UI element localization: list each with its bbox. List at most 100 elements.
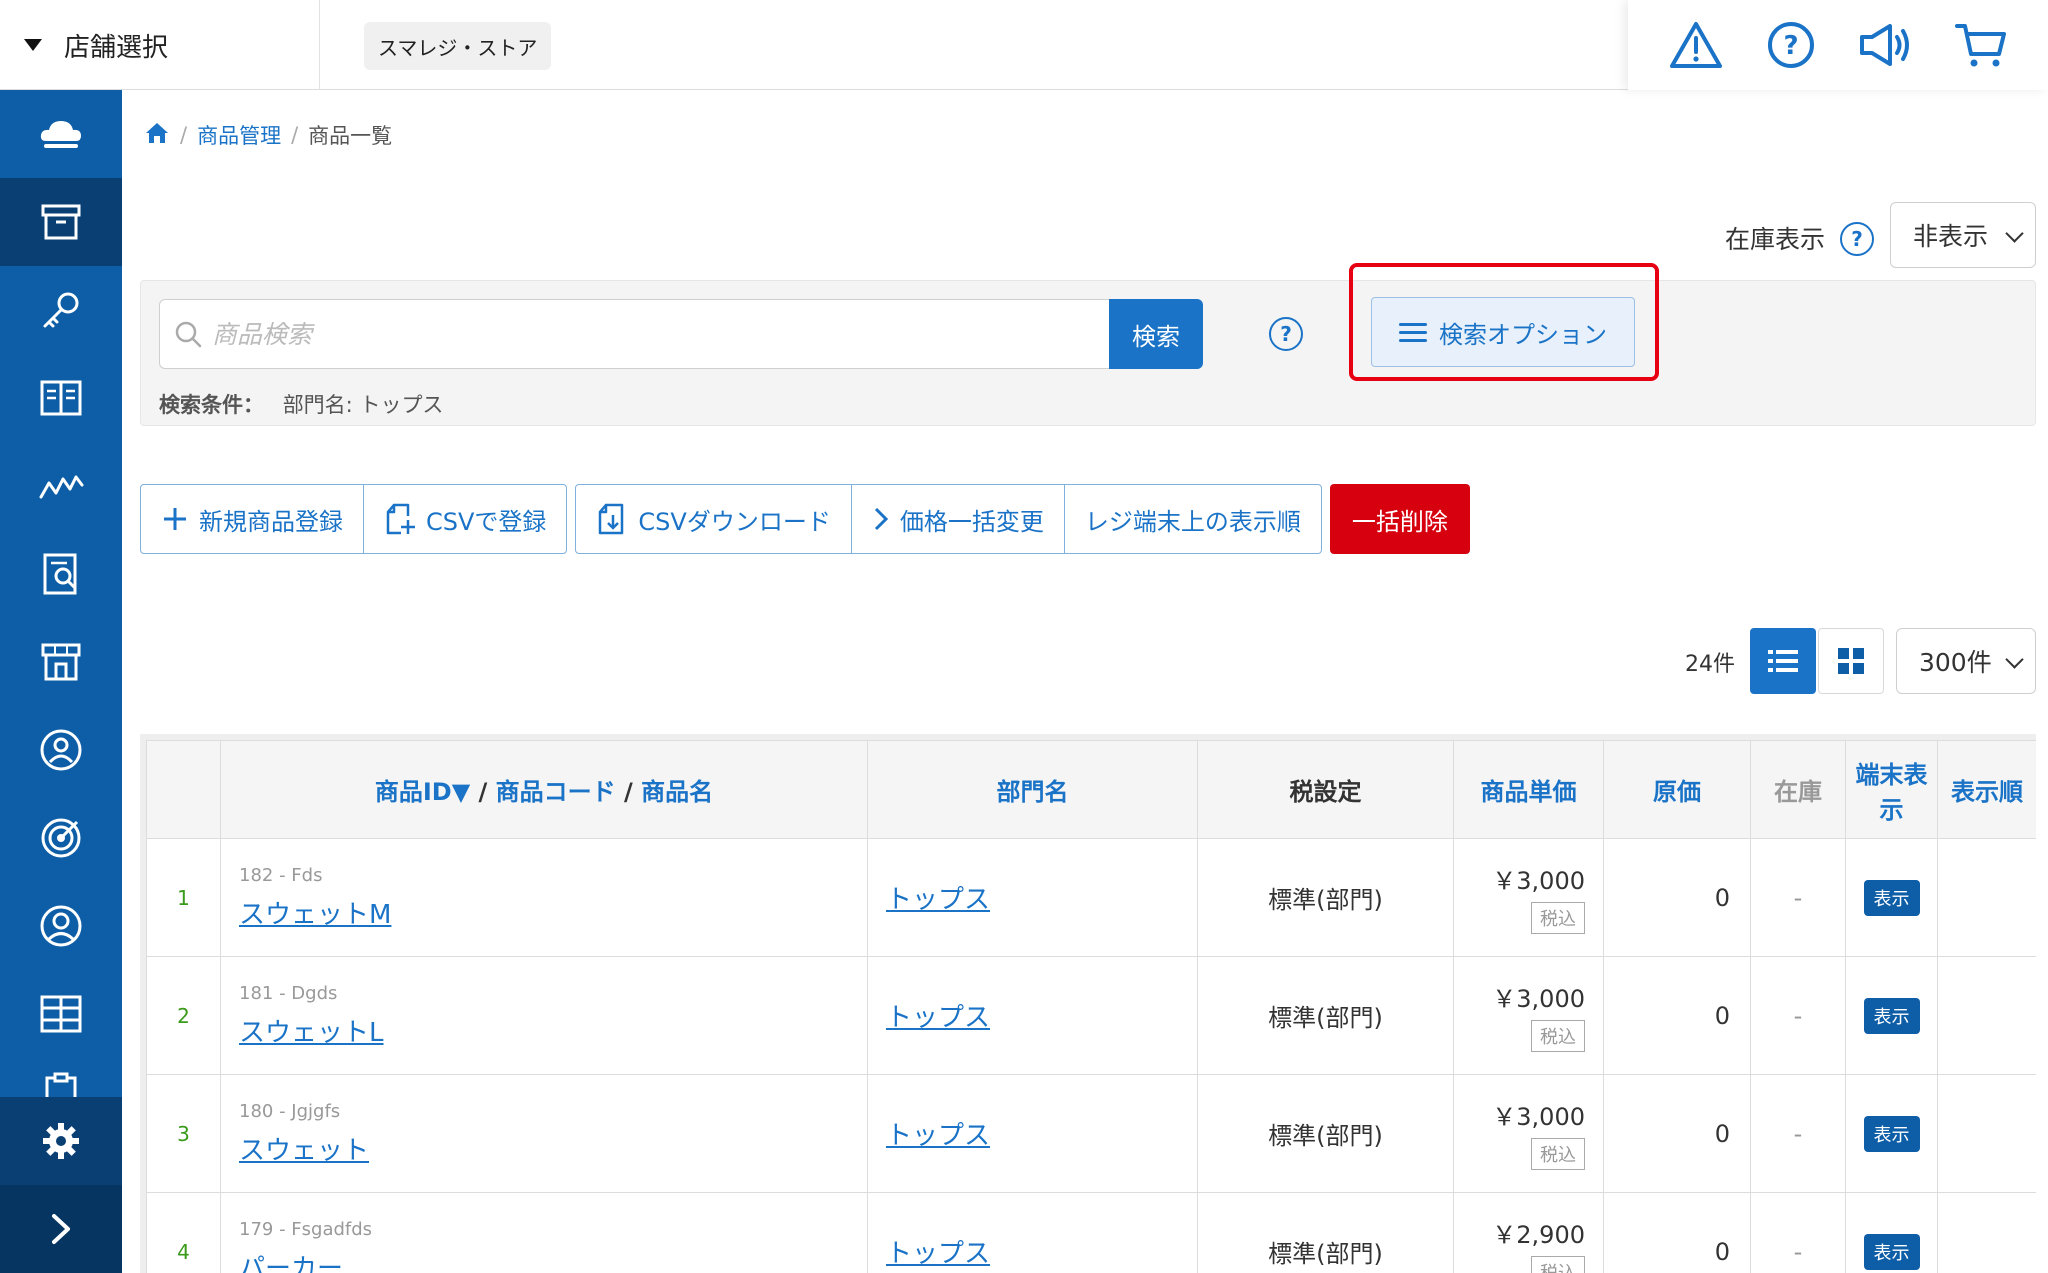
expand-sidebar-button[interactable] xyxy=(0,1185,122,1273)
product-name-link[interactable]: スウェットL xyxy=(239,1018,384,1048)
sidebar-item-target[interactable] xyxy=(0,794,122,882)
search-help-icon[interactable]: ? xyxy=(1269,317,1303,351)
product-name-link[interactable]: スウェットM xyxy=(239,900,391,930)
table-header-row: 商品ID▼ / 商品コード / 商品名 部門名 税設定 商品単価 原価 在庫 端… xyxy=(146,740,2036,839)
department-link[interactable]: トップス xyxy=(886,1121,990,1151)
table-row[interactable]: 3 180 - Jgjgfs スウェット トップス 標準(部門) ￥3,000 税込 0- 表示 xyxy=(146,1074,2036,1193)
sort-display-order[interactable]: 表示順 xyxy=(1937,740,2036,839)
display-order-cell xyxy=(1937,1074,2036,1193)
stock-display-select[interactable]: 非表示 xyxy=(1890,202,2036,268)
sidebar-item-apps[interactable] xyxy=(0,970,122,1058)
warning-icon[interactable] xyxy=(1666,15,1726,75)
tax-included-badge: 税込 xyxy=(1531,1138,1585,1170)
sidebar-item-key[interactable] xyxy=(0,266,122,354)
header-product: 商品ID▼ / 商品コード / 商品名 xyxy=(220,740,868,839)
tax-setting: 標準(部門) xyxy=(1197,956,1454,1075)
product-cell: 182 - Fds スウェットM xyxy=(220,838,868,957)
plus-icon xyxy=(161,505,189,533)
sidebar-item-analytics[interactable] xyxy=(0,442,122,530)
sort-product-code[interactable]: 商品コード xyxy=(496,778,616,806)
sidebar-item-members[interactable] xyxy=(0,706,122,794)
sidebar-item-products[interactable] xyxy=(0,178,122,266)
display-order-button[interactable]: レジ端末上の表示順 xyxy=(1065,485,1321,553)
file-add-icon xyxy=(384,502,416,536)
sort-terminal-display[interactable]: 端末表示 xyxy=(1845,740,1938,839)
search-option-button[interactable]: 検索オプション xyxy=(1371,297,1635,367)
store-select-dropdown[interactable]: 店舗選択 xyxy=(0,0,320,90)
stock-display-label: 在庫表示 xyxy=(1725,225,1826,254)
header-row-number xyxy=(146,740,221,839)
bulk-price-button[interactable]: 価格一括変更 xyxy=(852,485,1065,553)
help-icon[interactable]: ? xyxy=(1761,15,1821,75)
search-option-label: 検索オプション xyxy=(1439,320,1607,349)
display-badge: 表示 xyxy=(1863,1115,1920,1152)
chevron-down-icon xyxy=(2005,650,2024,669)
gear-icon xyxy=(43,1123,79,1159)
display-badge: 表示 xyxy=(1863,879,1920,916)
search-button[interactable]: 検索 xyxy=(1109,299,1203,369)
chevron-right-icon xyxy=(872,505,890,533)
sidebar-item-clipboard[interactable] xyxy=(0,1058,122,1098)
sidebar-item-cloud[interactable] xyxy=(0,90,122,178)
announcement-icon[interactable] xyxy=(1856,15,1916,75)
product-name-link[interactable]: スウェット xyxy=(239,1136,369,1166)
search-icon xyxy=(175,321,202,348)
display-badge: 表示 xyxy=(1863,1233,1920,1270)
sort-product-name[interactable]: 商品名 xyxy=(641,778,713,806)
new-product-button[interactable]: 新規商品登録 xyxy=(141,485,364,553)
stock-help-icon[interactable]: ? xyxy=(1840,222,1874,256)
grid-view-button[interactable] xyxy=(1818,628,1884,694)
department-link[interactable]: トップス xyxy=(886,885,990,915)
search-conditions: 検索条件： 部門名: トップス xyxy=(159,389,443,419)
breadcrumb-product-management[interactable]: 商品管理 xyxy=(197,120,281,150)
product-name-link[interactable]: パーカー xyxy=(239,1254,343,1273)
settings-button[interactable] xyxy=(0,1097,122,1185)
product-cell: 180 - Jgjgfs スウェット xyxy=(220,1074,868,1193)
sidebar-item-book[interactable] xyxy=(0,354,122,442)
csv-download-button[interactable]: CSVダウンロード xyxy=(576,485,852,553)
table-row[interactable]: 2 181 - Dgds スウェットL トップス 標準(部門) ￥3,000 税込 0- 表示 xyxy=(146,956,2036,1075)
header-stock: 在庫 xyxy=(1750,740,1846,839)
product-cell: 181 - Dgds スウェットL xyxy=(220,956,868,1075)
home-icon[interactable] xyxy=(144,121,170,150)
store-icon xyxy=(41,643,81,681)
department-cell: トップス xyxy=(867,1074,1198,1193)
sort-department[interactable]: 部門名 xyxy=(867,740,1198,839)
row-number: 3 xyxy=(146,1074,221,1193)
csv-register-button[interactable]: CSVで登録 xyxy=(364,485,566,553)
tax-included-badge: 税込 xyxy=(1531,1020,1585,1052)
sidebar-item-store[interactable] xyxy=(0,618,122,706)
search-input-wrapper[interactable] xyxy=(159,299,1109,369)
unit-price: ￥2,900 xyxy=(1492,1221,1585,1249)
sort-unit-price[interactable]: 商品単価 xyxy=(1453,740,1604,839)
top-icon-bar: ? xyxy=(1628,0,2048,90)
sort-product-id[interactable]: 商品ID▼ xyxy=(375,778,470,806)
table-row[interactable]: 1 182 - Fds スウェットM トップス 標準(部門) ￥3,000 税込 0- 表示 xyxy=(146,838,2036,957)
department-cell: トップス xyxy=(867,956,1198,1075)
unit-price: ￥3,000 xyxy=(1492,985,1585,1013)
display-order-label: レジ端末上の表示順 xyxy=(1084,507,1301,536)
price-cell: ￥3,000 税込 xyxy=(1453,956,1604,1075)
user-icon xyxy=(40,905,82,947)
search-input[interactable] xyxy=(212,319,1092,349)
per-page-select[interactable]: 300件 xyxy=(1896,628,2036,694)
menu-icon xyxy=(1399,318,1427,347)
display-order-cell xyxy=(1937,956,2036,1075)
sort-cost[interactable]: 原価 xyxy=(1603,740,1751,839)
report-icon xyxy=(43,553,77,595)
bulk-delete-button[interactable]: 一括削除 xyxy=(1329,484,1470,554)
list-view-button[interactable] xyxy=(1750,628,1816,694)
department-link[interactable]: トップス xyxy=(886,1239,990,1269)
tax-setting: 標準(部門) xyxy=(1197,1192,1454,1273)
table-row[interactable]: 4 179 - Fsgadfds パーカー トップス 標準(部門) ￥2,900 税込 0-表… xyxy=(146,1192,2036,1273)
department-link[interactable]: トップス xyxy=(886,1003,990,1033)
display-badge: 表示 xyxy=(1863,997,1920,1034)
sidebar-item-report[interactable] xyxy=(0,530,122,618)
sidebar-item-users[interactable] xyxy=(0,882,122,970)
cloud-icon xyxy=(40,121,81,148)
bulk-price-label: 価格一括変更 xyxy=(899,507,1044,536)
terminal-display-cell: 表示 xyxy=(1845,838,1938,957)
search-condition-value: 部門名: トップス xyxy=(282,393,444,417)
cart-icon[interactable] xyxy=(1951,15,2011,75)
breadcrumb-separator: / xyxy=(291,123,299,147)
